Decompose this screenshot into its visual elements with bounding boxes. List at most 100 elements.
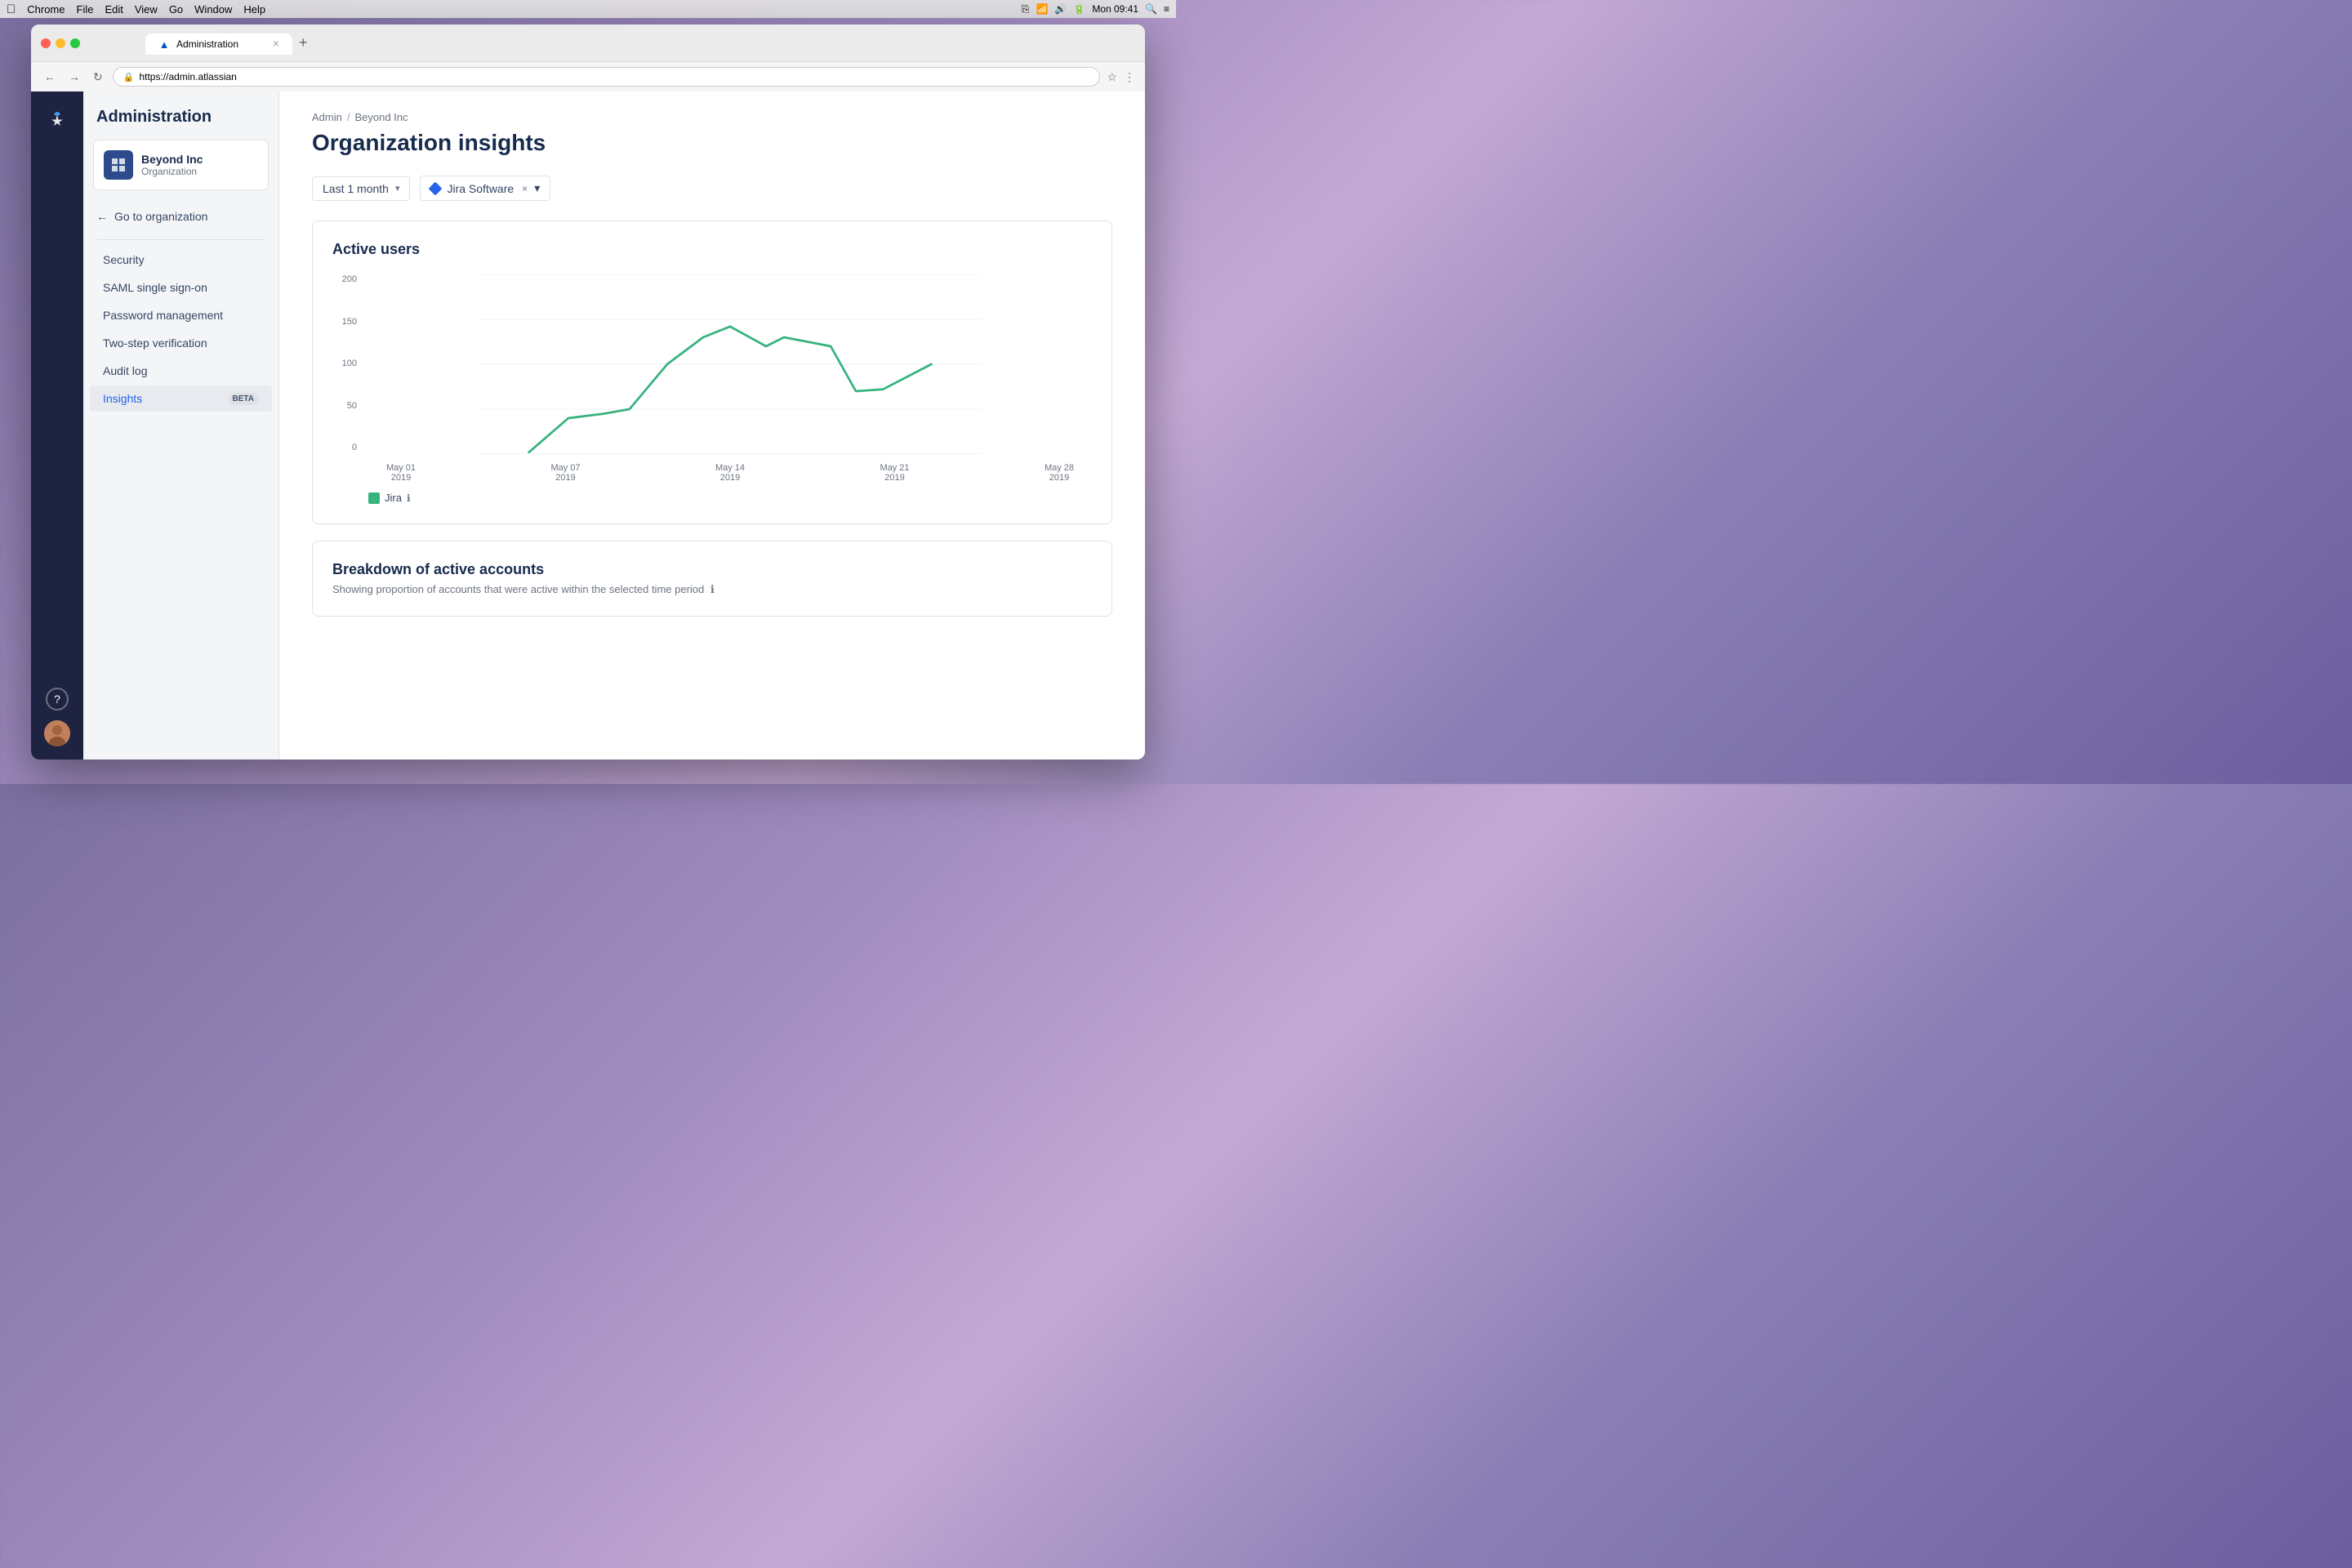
- sidebar-item-2fa[interactable]: Two-step verification: [90, 330, 272, 356]
- battery-icon: 🔋: [1073, 3, 1085, 15]
- light-sidebar: Administration Beyond Inc Organization: [83, 91, 279, 760]
- y-label-200: 200: [342, 274, 357, 284]
- legend-color-jira: [368, 492, 380, 504]
- org-type: Organization: [141, 166, 203, 177]
- menu-icon[interactable]: ≡: [1164, 3, 1169, 15]
- tab-title: Administration: [176, 38, 238, 50]
- menu-bar-right: ⎘ 📶 🔊 🔋 Mon 09:41 🔍 ≡: [1022, 3, 1169, 16]
- jira-diamond-icon: [429, 181, 443, 195]
- avatar[interactable]: [44, 720, 70, 746]
- breakdown-subtitle: Showing proportion of accounts that were…: [332, 583, 1092, 596]
- menu-go[interactable]: Go: [169, 3, 183, 16]
- tab-favicon: ▲: [158, 38, 170, 50]
- screen-mirror-icon: ⎘: [1022, 3, 1030, 16]
- sidebar-title: Administration: [83, 108, 278, 140]
- reload-button[interactable]: ↻: [90, 69, 106, 86]
- sidebar-item-audit[interactable]: Audit log: [90, 358, 272, 384]
- more-options-icon[interactable]: ⋮: [1124, 70, 1135, 84]
- chart-x-labels: May 012019 May 072019 May 142019 May 212…: [368, 458, 1092, 483]
- active-users-chart-card: Active users 200 150 100 50 0: [312, 220, 1112, 524]
- x-label-may01: May 012019: [368, 463, 434, 483]
- y-label-0: 0: [352, 443, 357, 452]
- browser-tab-active[interactable]: ▲ Administration ✕: [145, 33, 292, 55]
- filters: Last 1 month ▾ Jira Software × ▾: [312, 176, 1112, 201]
- back-button[interactable]: ←: [41, 69, 59, 85]
- traffic-lights: [41, 38, 80, 48]
- apple-menu[interactable]: : [7, 2, 16, 16]
- product-filter[interactable]: Jira Software × ▾: [420, 176, 550, 201]
- y-label-100: 100: [342, 359, 357, 368]
- forward-button[interactable]: →: [65, 69, 83, 85]
- sidebar-item-saml[interactable]: SAML single sign-on: [90, 274, 272, 301]
- page-title: Organization insights: [312, 130, 1112, 156]
- url-text: https://admin.atlassian: [139, 71, 236, 82]
- tab-bar: ▲ Administration ✕ +: [136, 31, 324, 55]
- browser-toolbar: ← → ↻ 🔒 https://admin.atlassian ☆ ⋮: [31, 61, 1145, 91]
- app-layout: ? Administration: [31, 91, 1145, 760]
- y-label-150: 150: [342, 317, 357, 327]
- maximize-button[interactable]: [70, 38, 80, 48]
- go-to-org-label: Go to organization: [114, 210, 207, 223]
- atlassian-logo[interactable]: [44, 105, 70, 131]
- insights-label: Insights: [103, 392, 142, 405]
- lock-icon: 🔒: [123, 72, 135, 82]
- breadcrumb-separator: /: [347, 111, 350, 123]
- time-period-filter[interactable]: Last 1 month ▾: [312, 176, 410, 201]
- menu-window[interactable]: Window: [194, 3, 232, 16]
- new-tab-button[interactable]: +: [292, 31, 314, 55]
- x-label-may28: May 282019: [1027, 463, 1092, 483]
- x-label-may21: May 212019: [862, 463, 928, 483]
- chart-legend: Jira ℹ: [368, 492, 1092, 504]
- dark-sidebar-bottom: ?: [44, 688, 70, 746]
- breadcrumb-admin[interactable]: Admin: [312, 111, 342, 123]
- time-period-chevron: ▾: [395, 183, 400, 194]
- y-label-50: 50: [347, 401, 357, 411]
- org-icon: [104, 150, 133, 180]
- chart-svg: [368, 274, 1092, 454]
- dark-sidebar: ?: [31, 91, 83, 760]
- sidebar-item-password[interactable]: Password management: [90, 302, 272, 328]
- legend-label-jira: Jira: [385, 492, 402, 504]
- help-button[interactable]: ?: [46, 688, 69, 710]
- breadcrumb-current: Beyond Inc: [354, 111, 408, 123]
- org-card: Beyond Inc Organization: [93, 140, 269, 190]
- org-info: Beyond Inc Organization: [141, 153, 203, 177]
- breadcrumb: Admin / Beyond Inc: [312, 111, 1112, 123]
- close-button[interactable]: [41, 38, 51, 48]
- breakdown-info-icon[interactable]: ℹ: [710, 583, 715, 595]
- sidebar-item-security[interactable]: Security: [90, 247, 272, 273]
- chart-area: 200 150 100 50 0: [332, 274, 1092, 479]
- go-to-org-icon: ←: [96, 210, 108, 223]
- sidebar-item-insights[interactable]: Insights BETA: [90, 385, 272, 412]
- browser-window: ▲ Administration ✕ + ← → ↻ 🔒 https://adm…: [31, 24, 1145, 760]
- url-bar[interactable]: 🔒 https://admin.atlassian: [113, 67, 1101, 87]
- minimize-button[interactable]: [56, 38, 65, 48]
- legend-info-icon[interactable]: ℹ: [407, 492, 411, 504]
- toolbar-right: ☆ ⋮: [1107, 70, 1135, 84]
- wifi-icon: 📶: [1036, 3, 1048, 15]
- volume-icon: 🔊: [1054, 3, 1067, 15]
- menu-file[interactable]: File: [77, 3, 94, 16]
- menu-edit[interactable]: Edit: [105, 3, 122, 16]
- breakdown-title: Breakdown of active accounts: [332, 561, 1092, 578]
- menu-help[interactable]: Help: [243, 3, 265, 16]
- org-name: Beyond Inc: [141, 153, 203, 166]
- product-chevron: ▾: [534, 181, 540, 195]
- x-label-may07: May 072019: [533, 463, 599, 483]
- menu-bar:  Chrome File Edit View Go Window Help ⎘…: [0, 0, 1176, 18]
- menu-view[interactable]: View: [135, 3, 158, 16]
- browser-titlebar: ▲ Administration ✕ +: [31, 24, 1145, 61]
- main-content: Admin / Beyond Inc Organization insights…: [279, 91, 1145, 760]
- menu-bar-left:  Chrome File Edit View Go Window Help: [7, 2, 265, 16]
- chart-title: Active users: [332, 241, 1092, 258]
- go-to-org-button[interactable]: ← Go to organization: [83, 203, 278, 229]
- product-remove-icon[interactable]: ×: [522, 183, 528, 194]
- clock: Mon 09:41: [1092, 3, 1138, 15]
- app-name[interactable]: Chrome: [27, 3, 65, 16]
- chart-inner: May 012019 May 072019 May 142019 May 212…: [368, 274, 1092, 483]
- tab-close-icon[interactable]: ✕: [273, 40, 279, 49]
- bookmark-icon[interactable]: ☆: [1107, 70, 1117, 84]
- time-period-label: Last 1 month: [323, 182, 389, 195]
- search-icon[interactable]: 🔍: [1145, 3, 1157, 15]
- browser-chrome: ▲ Administration ✕ + ← → ↻ 🔒 https://adm…: [31, 24, 1145, 91]
